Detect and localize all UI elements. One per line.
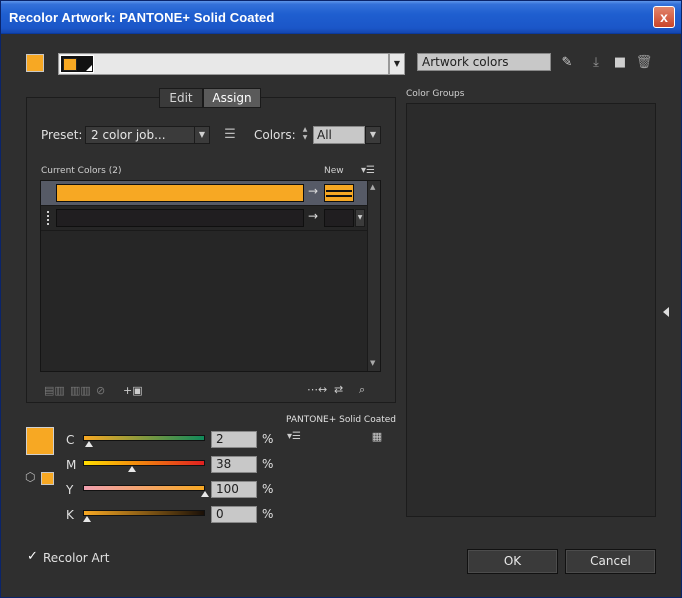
color-assignment-list: → → ▼ ▲ ▼ [40, 180, 381, 372]
harmony-rules-field[interactable] [58, 53, 389, 75]
percent-label: % [262, 457, 274, 471]
close-button[interactable]: x [653, 6, 675, 28]
preset-dropdown-arrow[interactable]: ▼ [194, 126, 210, 144]
tab-assign[interactable]: Assign [203, 88, 261, 108]
colors-count-input[interactable]: All [313, 126, 365, 144]
new-row-icon[interactable]: +▣ [123, 384, 143, 397]
active-color-swatch[interactable] [26, 54, 44, 72]
channel-letter: C [66, 433, 75, 447]
gamut-color-swatch[interactable] [41, 472, 54, 485]
color-row[interactable]: → [41, 181, 368, 206]
color-row[interactable]: → ▼ [41, 206, 368, 231]
selected-color-swatch[interactable] [26, 427, 54, 455]
channel-slider-track[interactable] [83, 510, 205, 516]
harmony-color-chip [60, 55, 94, 73]
slider-thumb[interactable] [201, 491, 209, 497]
out-of-gamut-cube-icon[interactable]: ⬡ [25, 470, 35, 484]
merge-colors-icon[interactable]: ▤▥ [44, 384, 65, 397]
channel-letter: K [66, 508, 74, 522]
channel-value-input[interactable]: 100 [211, 481, 257, 498]
limit-to-swatch-library-icon[interactable]: ▦ [368, 429, 386, 447]
preset-label: Preset: [41, 128, 83, 142]
separate-colors-icon[interactable]: ▥▥ [70, 384, 91, 397]
dialog-content: ▼ Artwork colors ✎ ⤓ ■ 🗑 Edit Assign Pre… [1, 35, 681, 597]
colors-dropdown-arrow[interactable]: ▼ [365, 126, 381, 144]
new-color-group-folder-icon[interactable]: ■ [611, 55, 629, 73]
save-changes-icon[interactable]: ⤓ [587, 55, 605, 73]
channel-value-input[interactable]: 0 [211, 506, 257, 523]
percent-label: % [262, 507, 274, 521]
new-colors-label: New [324, 166, 344, 176]
slider-thumb[interactable] [128, 466, 136, 472]
list-scrollbar[interactable]: ▲ ▼ [367, 181, 380, 371]
current-color-bar[interactable] [56, 184, 304, 202]
assign-arrow-icon[interactable]: → [308, 184, 318, 198]
new-color-swatch[interactable] [324, 184, 354, 202]
current-color-bar[interactable] [56, 209, 304, 227]
percent-label: % [262, 432, 274, 446]
color-group-name-input[interactable]: Artwork colors [417, 53, 551, 71]
slider-thumb[interactable] [85, 441, 93, 447]
channel-slider-track[interactable] [83, 460, 205, 466]
cancel-button[interactable]: Cancel [565, 549, 656, 574]
exclude-colors-icon[interactable]: ⊘ [96, 384, 105, 397]
color-reduction-options-icon[interactable]: ☰ [221, 127, 239, 145]
list-menu-icon[interactable]: ▾☰ [359, 163, 377, 181]
colors-stepper[interactable]: ▲ ▼ [298, 126, 312, 144]
recolor-artwork-dialog: Recolor Artwork: PANTONE+ Solid Coated x… [0, 0, 682, 598]
percent-label: % [262, 482, 274, 496]
ok-button[interactable]: OK [467, 549, 558, 574]
drag-handle-icon[interactable] [47, 211, 51, 225]
colors-label: Colors: [254, 128, 296, 142]
title-bar: Recolor Artwork: PANTONE+ Solid Coated x [1, 1, 681, 34]
recolor-art-label: Recolor Art [43, 551, 110, 565]
slider-thumb[interactable] [83, 516, 91, 522]
channel-letter: M [66, 458, 77, 472]
current-colors-label: Current Colors (2) [41, 166, 122, 176]
window-title: Recolor Artwork: PANTONE+ Solid Coated [9, 10, 275, 25]
harmony-rules-dropdown[interactable]: ▼ [389, 53, 405, 75]
eyedropper-icon[interactable]: ✎ [558, 55, 576, 73]
channel-value-input[interactable]: 38 [211, 456, 257, 473]
channel-value-input[interactable]: 2 [211, 431, 257, 448]
color-mode-menu-icon[interactable]: ▾☰ [285, 429, 303, 447]
assign-arrow-icon[interactable]: → [308, 209, 318, 223]
randomly-change-saturation-icon[interactable]: ⇄ [334, 383, 343, 396]
color-groups-panel [406, 103, 656, 517]
color-library-label: PANTONE+ Solid Coated [286, 415, 397, 425]
delete-trash-icon[interactable]: 🗑 [635, 55, 653, 73]
channel-slider-track[interactable] [83, 485, 205, 491]
new-color-swatch[interactable] [324, 209, 354, 227]
color-groups-label: Color Groups [406, 89, 465, 99]
preset-dropdown[interactable]: 2 color job... [85, 126, 195, 144]
randomly-change-order-icon[interactable]: ⋯↔ [307, 383, 327, 396]
recolor-art-checkbox[interactable]: ✓ [27, 550, 40, 563]
channel-slider-track[interactable] [83, 435, 205, 441]
collapse-panel-arrow-icon[interactable] [663, 307, 669, 317]
new-color-dropdown[interactable]: ▼ [355, 209, 365, 227]
channel-letter: Y [66, 483, 74, 497]
find-color-in-artwork-icon[interactable]: ⌕ [359, 383, 365, 397]
tab-edit[interactable]: Edit [159, 88, 203, 108]
